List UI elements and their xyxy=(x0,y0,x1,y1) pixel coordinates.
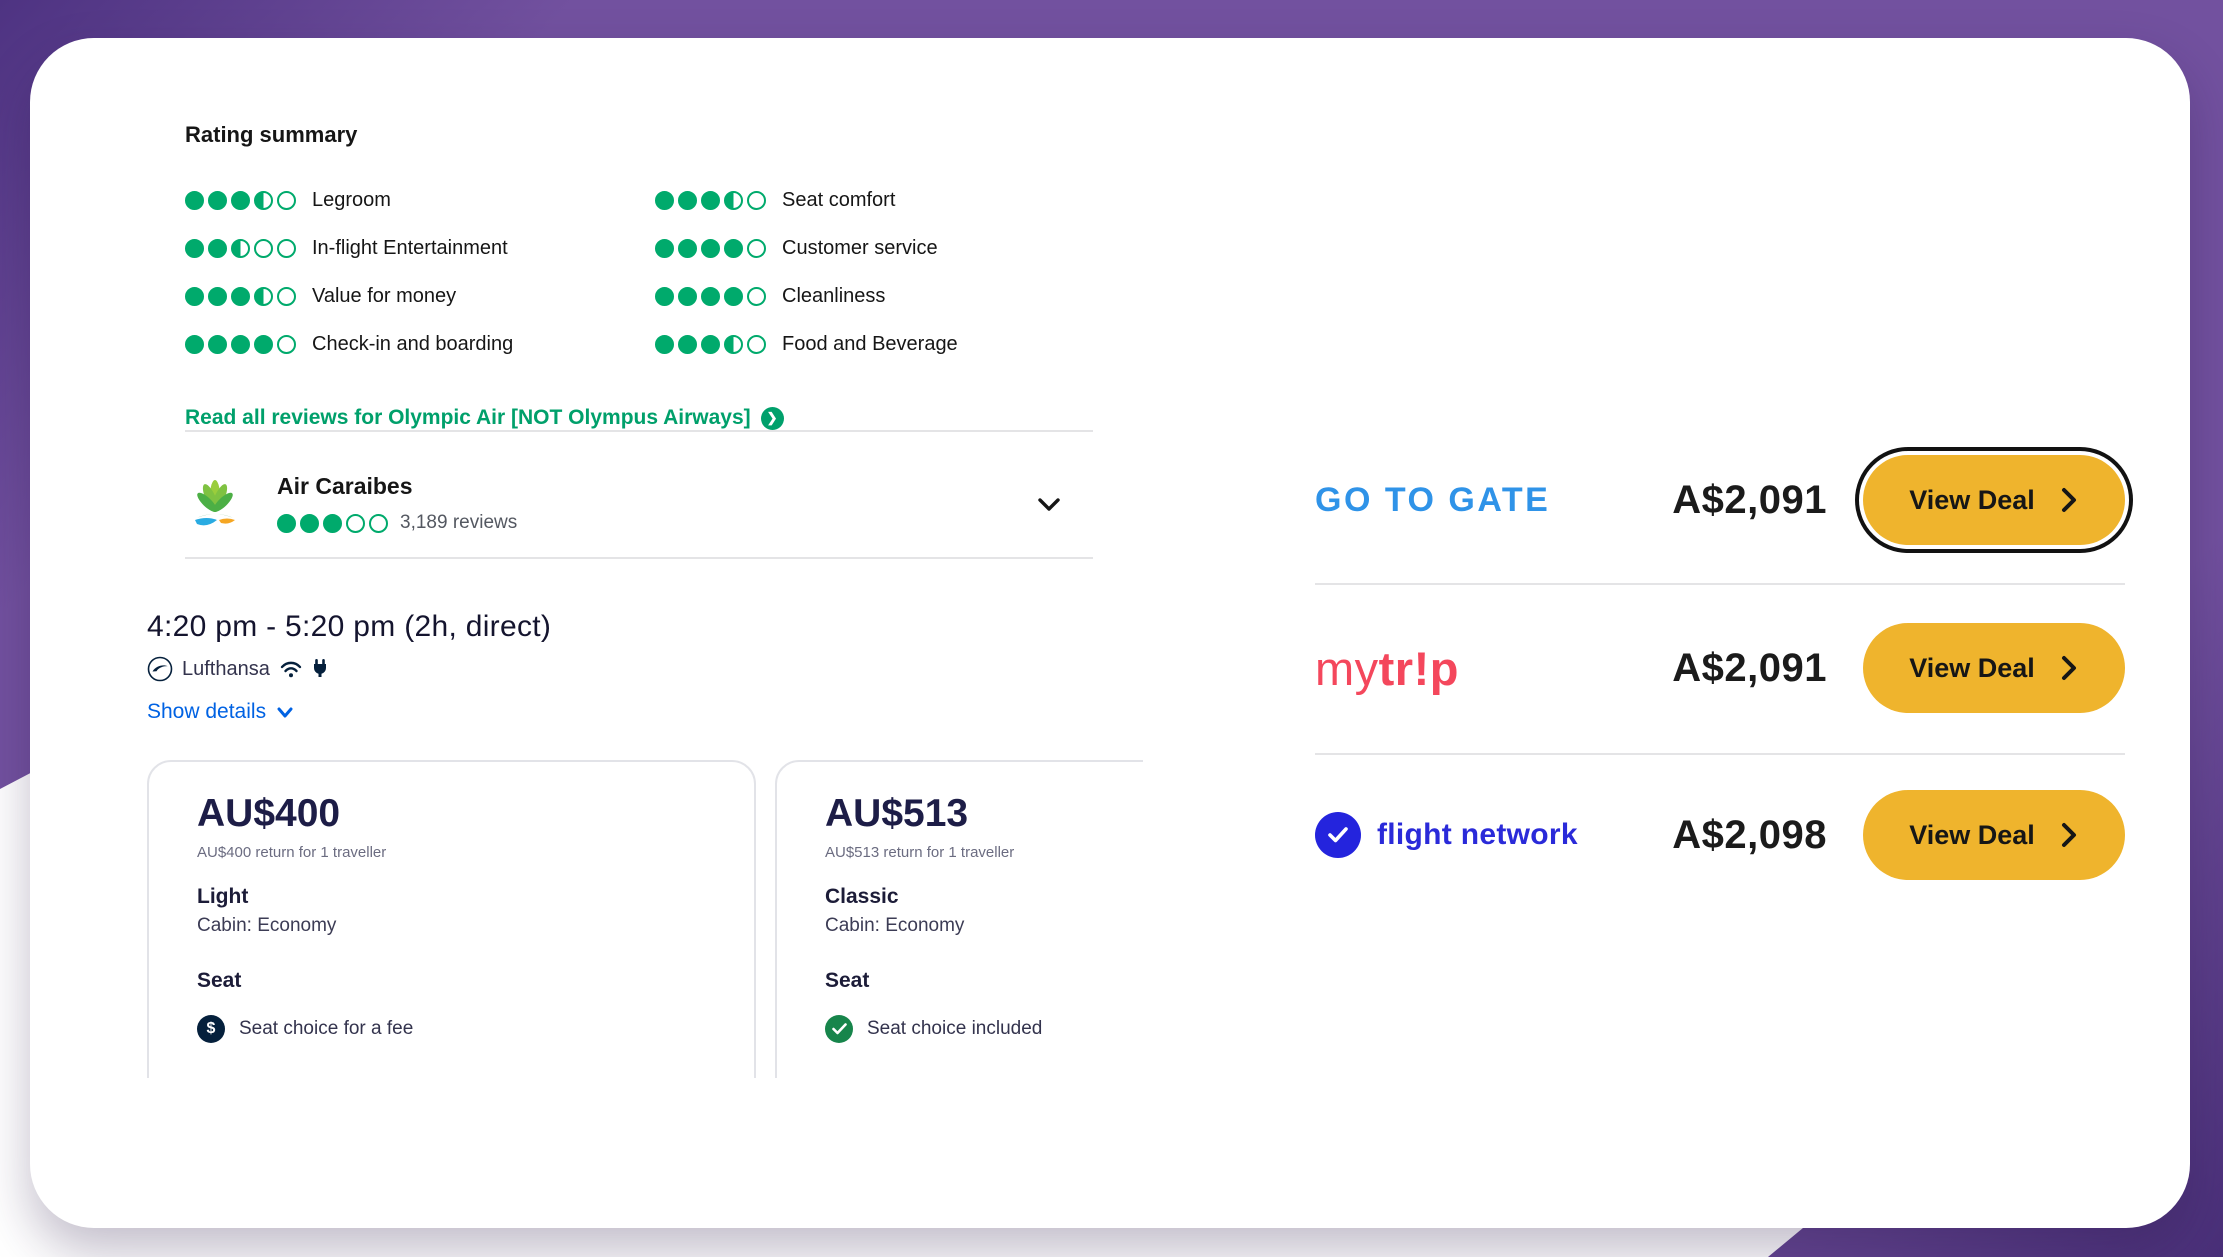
rating-item: Customer service xyxy=(655,237,958,260)
rating-item: Legroom xyxy=(185,189,655,212)
flight-network-logo-text: flight network xyxy=(1377,818,1578,852)
mytrip-logo-light: my xyxy=(1315,642,1379,695)
rating-item: In-flight Entertainment xyxy=(185,237,655,260)
chevron-right-icon xyxy=(2059,655,2079,681)
arrow-right-circle-icon: ❯ xyxy=(761,407,784,430)
view-deal-button[interactable]: View Deal xyxy=(1863,623,2125,713)
fare-card-light[interactable]: AU$400 AU$400 return for 1 traveller Lig… xyxy=(147,760,756,1078)
fare-price-subtext: AU$513 return for 1 traveller xyxy=(825,844,1143,861)
fare-price: AU$400 xyxy=(197,792,706,836)
deal-price: A$2,091 xyxy=(1672,646,1863,691)
lufthansa-logo-icon xyxy=(147,656,173,682)
fare-seat-feature: Seat choice included xyxy=(825,1015,1143,1043)
rating-label: Food and Beverage xyxy=(782,333,958,356)
chevron-down-icon[interactable] xyxy=(1033,488,1065,520)
rating-label: Check-in and boarding xyxy=(312,333,513,356)
fare-cabin: Cabin: Economy xyxy=(825,915,1143,937)
fare-seat-heading: Seat xyxy=(825,969,1143,993)
fare-bags-heading: Bags xyxy=(825,1075,1143,1078)
show-details-link[interactable]: Show details xyxy=(147,700,296,724)
rating-circles xyxy=(655,335,766,354)
view-deal-label: View Deal xyxy=(1909,653,2035,684)
check-circle-icon xyxy=(825,1015,853,1043)
rating-label: Legroom xyxy=(312,189,391,212)
view-deal-label: View Deal xyxy=(1909,820,2035,851)
rating-circles xyxy=(185,335,296,354)
airline-info: Air Caraibes 3,189 reviews xyxy=(277,473,517,534)
rating-item: Food and Beverage xyxy=(655,333,958,356)
rating-label: In-flight Entertainment xyxy=(312,237,508,260)
airline-name: Air Caraibes xyxy=(277,473,517,500)
fare-card-classic[interactable]: AU$513 AU$513 return for 1 traveller Cla… xyxy=(775,760,1143,1078)
view-deal-label: View Deal xyxy=(1909,485,2035,516)
rating-summary-title: Rating summary xyxy=(185,122,357,148)
fare-seat-heading: Seat xyxy=(197,969,706,993)
mytrip-logo: mytr!p xyxy=(1315,641,1459,696)
deal-row-mytrip: mytr!p A$2,091 View Deal xyxy=(1315,618,2125,718)
fare-price-subtext: AU$400 return for 1 traveller xyxy=(197,844,706,861)
rating-circles xyxy=(185,239,296,258)
rating-item: Value for money xyxy=(185,285,655,308)
rating-circles xyxy=(185,191,296,210)
chevron-right-icon xyxy=(2059,822,2079,848)
fare-seat-text: Seat choice for a fee xyxy=(239,1018,413,1040)
deal-row-gotogate: GO TO GATE A$2,091 View Deal xyxy=(1315,450,2125,550)
rating-item: Cleanliness xyxy=(655,285,958,308)
divider xyxy=(1315,583,2125,585)
fare-seat-text: Seat choice included xyxy=(867,1018,1042,1040)
chevron-right-icon xyxy=(2059,487,2079,513)
fare-cabin: Cabin: Economy xyxy=(197,915,706,937)
fare-bags-heading: Bags xyxy=(197,1075,706,1078)
deal-price: A$2,091 xyxy=(1672,478,1863,523)
fare-options: AU$400 AU$400 return for 1 traveller Lig… xyxy=(147,760,1143,1078)
content-card: Rating summary Legroom Seat comfort In-f… xyxy=(30,38,2190,1228)
rating-circles xyxy=(655,287,766,306)
read-all-reviews-label: Read all reviews for Olympic Air [NOT Ol… xyxy=(185,406,751,430)
fare-name: Classic xyxy=(825,885,1143,909)
divider xyxy=(1315,753,2125,755)
rating-summary-grid: Legroom Seat comfort In-flight Entertain… xyxy=(185,176,958,368)
flight-network-check-icon xyxy=(1315,812,1361,858)
deal-row-flight-network: flight network A$2,098 View Deal xyxy=(1315,785,2125,885)
wifi-icon xyxy=(279,659,303,679)
fare-name: Light xyxy=(197,885,706,909)
rating-label: Customer service xyxy=(782,237,938,260)
read-all-reviews-link[interactable]: Read all reviews for Olympic Air [NOT Ol… xyxy=(185,406,784,430)
rating-label: Seat comfort xyxy=(782,189,895,212)
rating-circles xyxy=(655,239,766,258)
rating-item: Seat comfort xyxy=(655,189,958,212)
rating-item: Check-in and boarding xyxy=(185,333,655,356)
flight-times: 4:20 pm - 5:20 pm (2h, direct) xyxy=(147,610,551,644)
divider xyxy=(185,430,1093,432)
view-deal-button[interactable]: View Deal xyxy=(1863,790,2125,880)
rating-label: Value for money xyxy=(312,285,456,308)
airline-reviews-count: 3,189 reviews xyxy=(400,512,517,534)
air-caraibes-logo xyxy=(185,474,245,534)
fare-seat-feature: $ Seat choice for a fee xyxy=(197,1015,706,1043)
gotogate-logo: GO TO GATE xyxy=(1315,481,1550,520)
divider xyxy=(185,557,1093,559)
carrier-name: Lufthansa xyxy=(182,658,270,681)
page: { "colors": { "purple_bg": "#72519f", "p… xyxy=(0,0,2223,1257)
airline-row-air-caraibes[interactable]: Air Caraibes 3,189 reviews xyxy=(185,450,1093,557)
view-deal-button[interactable]: View Deal xyxy=(1863,455,2125,545)
power-icon xyxy=(312,658,328,680)
rating-circles xyxy=(185,287,296,306)
chevron-down-icon xyxy=(274,701,296,723)
rating-circles xyxy=(655,191,766,210)
deal-price: A$2,098 xyxy=(1672,813,1863,858)
dollar-fee-icon: $ xyxy=(197,1015,225,1043)
show-details-label: Show details xyxy=(147,700,266,724)
mytrip-logo-bold: tr!p xyxy=(1379,642,1459,695)
fare-price: AU$513 xyxy=(825,792,1143,836)
airline-rating-circles xyxy=(277,514,388,533)
carrier-row: Lufthansa xyxy=(147,656,328,682)
flight-network-logo: flight network xyxy=(1315,812,1578,858)
rating-label: Cleanliness xyxy=(782,285,885,308)
